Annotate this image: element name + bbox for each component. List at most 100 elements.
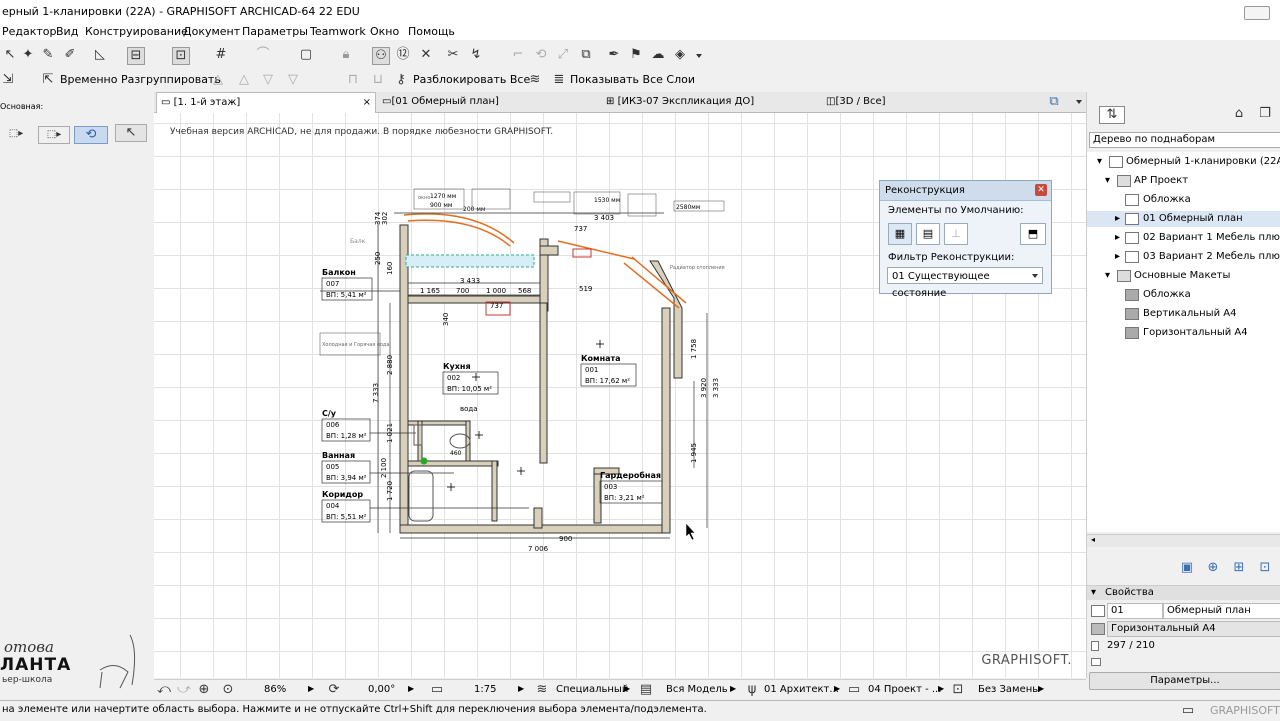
hide-layer-icon[interactable]: ≋ <box>527 72 543 88</box>
scale-value[interactable]: 1:75 <box>474 684 496 695</box>
menu-construct[interactable]: Конструирование <box>85 25 188 38</box>
model-view-value[interactable]: Вся Модель <box>666 684 728 695</box>
adjust-icon[interactable]: ↯ <box>468 47 484 63</box>
angle-value[interactable]: 0,00° <box>368 684 395 695</box>
tree-item-cover[interactable]: Обложка <box>1143 194 1191 205</box>
cloud-icon[interactable]: ☁ <box>650 47 666 63</box>
chevron-down-icon[interactable] <box>696 54 702 58</box>
pen-set-icon[interactable]: ψ <box>744 682 760 698</box>
tree-item-master-layouts[interactable]: Основные Макеты <box>1134 270 1230 281</box>
tree-item-project[interactable]: Обмерный 1-кланировки (22A) <box>1126 156 1280 167</box>
close-icon[interactable]: ✕ <box>1035 184 1047 196</box>
tab-3d[interactable]: ◫[3D / Все] <box>822 92 1041 112</box>
new-layout-icon[interactable]: ▣ <box>1179 560 1195 576</box>
menu-view[interactable]: Вид <box>56 25 78 38</box>
properties-header[interactable]: ▾ Свойства <box>1087 585 1280 600</box>
rotate-marquee-icon[interactable]: ⟲ <box>74 126 108 144</box>
undo-zoom-icon[interactable]: ⤺ <box>156 682 172 698</box>
tree-item-ar-project[interactable]: АР Проект <box>1134 175 1188 186</box>
menu-document[interactable]: Документ <box>183 25 240 38</box>
arrow-tool-icon[interactable]: ↖ <box>115 124 147 142</box>
menu-teamwork[interactable]: Teamwork <box>310 25 366 38</box>
suspend-groups-icon[interactable]: ⚇ <box>372 47 390 65</box>
send-back-icon[interactable]: ▽ <box>285 72 301 88</box>
bring-front-icon[interactable]: △ <box>210 72 226 88</box>
chevron-right-icon[interactable]: ▸ <box>1115 251 1120 262</box>
group-icon[interactable]: ▢ <box>298 47 314 63</box>
tree-item-horizontal-a4[interactable]: Горизонтальный А4 <box>1143 327 1248 338</box>
tree-item-survey-plan[interactable]: 01 Обмерный план <box>1143 213 1243 224</box>
offset-icon[interactable]: ⟲ <box>533 47 549 63</box>
layout-name-field[interactable]: Обмерный план <box>1163 603 1280 619</box>
marquee-icon[interactable]: ⬚▸ <box>2 126 30 142</box>
chevron-right-icon[interactable]: ▶ <box>624 684 630 693</box>
trace-icon[interactable]: ⌒ <box>255 47 271 63</box>
ruler-icon[interactable]: ◺ <box>92 47 108 63</box>
tree-scrollbar[interactable]: ◂ <box>1087 534 1280 547</box>
split-icon[interactable]: ✂ <box>445 47 461 63</box>
renovation-settings-icon[interactable]: ⬒ <box>1020 223 1046 245</box>
tab-survey-plan[interactable]: ▭[01 Обмерный план] <box>378 92 597 112</box>
tree-item-variant-1[interactable]: 02 Вариант 1 Мебель плюс во <box>1143 232 1280 243</box>
tree-item-master-cover[interactable]: Обложка <box>1143 289 1191 300</box>
layer-combination-icon[interactable]: ≋ <box>534 682 550 698</box>
unlock-all-button[interactable]: Разблокировать Все <box>413 73 530 86</box>
ungroup-icon[interactable]: ⇲ <box>0 72 16 88</box>
eyedropper-icon[interactable]: ✎ <box>40 47 56 63</box>
chevron-right-icon[interactable]: ▸ <box>1115 213 1120 224</box>
renovation-palette-header[interactable]: Реконструкция ✕ <box>880 181 1051 201</box>
marquee-rotated-icon[interactable]: ⬚▸ <box>38 126 70 144</box>
master-layout-select[interactable]: Горизонтальный А4 <box>1107 621 1280 637</box>
tree-item-variant-2[interactable]: 03 Вариант 2 Мебель плюс во <box>1143 251 1280 262</box>
menu-help[interactable]: Помощь <box>408 25 455 38</box>
show-layers-icon[interactable]: ≣ <box>551 72 567 88</box>
parameters-button[interactable]: Параметры... <box>1089 672 1280 690</box>
tabs-overview-icon[interactable]: ⧉ <box>1046 94 1062 110</box>
chevron-right-icon[interactable]: ▶ <box>730 684 736 693</box>
snap-icon[interactable]: ⊡ <box>172 47 190 65</box>
menu-window[interactable]: Окно <box>370 25 399 38</box>
tree-toggle-icon[interactable]: ▾ <box>1097 156 1102 167</box>
intersect-icon[interactable]: ✕ <box>418 47 434 63</box>
chevron-right-icon[interactable]: ▶ <box>518 684 524 693</box>
chevron-right-icon[interactable]: ▶ <box>834 684 840 693</box>
demolish-element-icon[interactable]: ▤ <box>916 223 940 245</box>
chevron-right-icon[interactable]: ▸ <box>1115 232 1120 243</box>
house-icon[interactable]: ⌂ <box>1231 106 1247 122</box>
dimension-style-value[interactable]: 04 Проект - ... <box>868 684 941 695</box>
existing-element-icon[interactable]: ▦ <box>888 223 912 245</box>
lock-icon[interactable]: 🔒︎ <box>338 47 354 63</box>
pen-set-icon[interactable]: ✒ <box>606 47 622 63</box>
menu-editor[interactable]: Редактор <box>2 25 57 38</box>
syringe-icon[interactable]: ✐ <box>62 47 78 63</box>
show-layers-button[interactable]: Показывать Все Слои <box>570 73 695 86</box>
navigator-mode-icon[interactable]: ⇅ <box>1099 106 1125 124</box>
resize-icon[interactable]: ⤢ <box>555 47 571 63</box>
chevron-right-icon[interactable]: ▶ <box>308 684 314 693</box>
send-backward-icon[interactable]: ▽ <box>260 72 276 88</box>
model-view-icon[interactable]: ▤ <box>638 682 654 698</box>
bring-forward-icon[interactable]: △ <box>236 72 252 88</box>
layer-combination-value[interactable]: Специальный <box>556 684 628 695</box>
tree-toggle-icon[interactable]: ▾ <box>1105 270 1110 281</box>
suspend-group-icon[interactable]: ⇱ <box>40 72 56 88</box>
new-master-icon[interactable]: ⊞ <box>1231 560 1247 576</box>
chevron-down-icon[interactable] <box>1076 100 1082 104</box>
tab-floor-plan[interactable]: ▭ [1. 1-й этаж] × <box>156 92 376 113</box>
rotate-view-icon[interactable]: ⟳ <box>326 682 342 698</box>
layout-settings-icon[interactable]: ⊡ <box>1257 560 1273 576</box>
tree-mode-select[interactable]: Дерево по поднаборам <box>1089 132 1280 148</box>
render-icon[interactable]: ◈ <box>672 47 688 63</box>
guide-line-icon[interactable]: ⊟ <box>127 47 145 65</box>
select-icon[interactable]: ↖ <box>2 47 18 63</box>
chevron-right-icon[interactable]: ▶ <box>938 684 944 693</box>
new-subset-icon[interactable]: ⊕ <box>1205 560 1221 576</box>
menu-options[interactable]: Параметры <box>242 25 308 38</box>
tab-close-icon[interactable]: × <box>363 93 371 113</box>
graphic-override-icon[interactable]: ⊡ <box>950 682 966 698</box>
copy-icon[interactable]: ⧉ <box>578 47 594 63</box>
zoom-fit-icon[interactable]: ⊙ <box>220 682 236 698</box>
ungroup-button[interactable]: Временно Разгруппировать <box>60 73 221 86</box>
layout-book-icon[interactable]: ❐ <box>1257 106 1273 122</box>
chevron-right-icon[interactable]: ▶ <box>408 684 414 693</box>
